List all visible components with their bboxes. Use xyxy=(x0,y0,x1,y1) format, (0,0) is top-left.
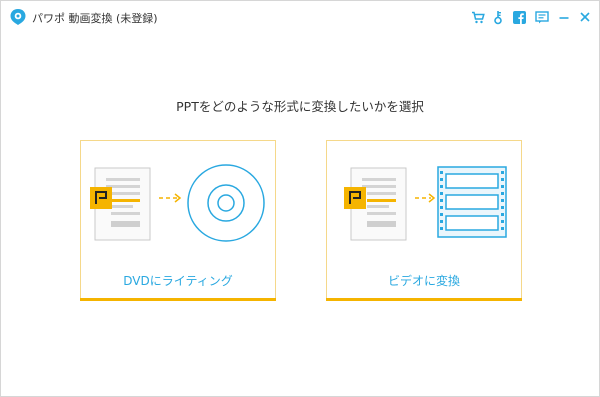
arrow-icon xyxy=(159,193,182,203)
facebook-icon[interactable] xyxy=(511,9,527,25)
ppt-document-icon xyxy=(344,167,407,241)
convert-video-card[interactable]: ビデオに変換 xyxy=(326,140,522,301)
video-film-icon xyxy=(437,166,507,238)
page-heading: PPTをどのような形式に変換したいかを選択 xyxy=(176,99,424,114)
convert-video-label: ビデオに変換 xyxy=(387,274,460,288)
burn-dvd-card[interactable]: DVDにライティング xyxy=(80,140,276,301)
key-icon[interactable] xyxy=(490,9,506,25)
app-window: パワポ 動画変換 (未登録) PPTをどのような形式に変換したいかを選択 DVD… xyxy=(0,0,600,397)
arrow-icon xyxy=(415,193,436,203)
minimize-icon[interactable] xyxy=(556,9,572,25)
cart-icon[interactable] xyxy=(470,9,486,25)
card-accent-bar xyxy=(80,298,276,301)
ppt-document-icon xyxy=(90,167,151,241)
close-icon[interactable] xyxy=(577,9,593,25)
ppt-to-dvd-illustration xyxy=(90,164,265,242)
app-logo-icon xyxy=(10,9,26,25)
card-accent-bar xyxy=(326,298,522,301)
app-title: パワポ 動画変換 (未登録) xyxy=(32,12,158,25)
feedback-icon[interactable] xyxy=(534,9,550,25)
dvd-disc-icon xyxy=(187,164,265,242)
title-bar[interactable]: パワポ 動画変換 (未登録) xyxy=(1,1,599,33)
ppt-to-video-illustration xyxy=(344,166,507,241)
burn-dvd-label: DVDにライティング xyxy=(123,274,233,288)
